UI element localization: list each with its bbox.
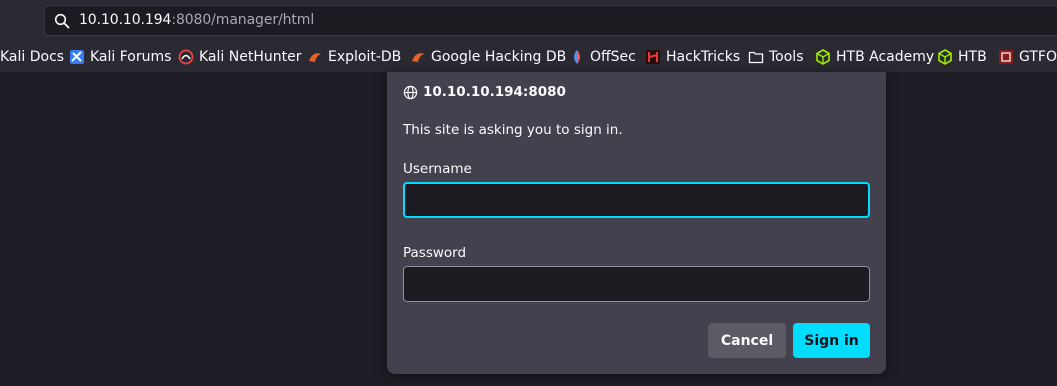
url-host: 10.10.10.194 xyxy=(79,12,172,28)
url-path: :8080/manager/html xyxy=(171,12,315,28)
auth-dialog: 10.10.10.194:8080 This site is asking yo… xyxy=(387,72,886,374)
bookmark-label: Google Hacking DB xyxy=(431,49,567,65)
url-text[interactable]: 10.10.10.194:8080/manager/html xyxy=(79,12,314,28)
folder-icon xyxy=(748,51,764,64)
bookmark-kali-docs[interactable]: Kali Docs xyxy=(0,48,64,66)
dialog-origin: 10.10.10.194:8080 xyxy=(403,84,566,100)
username-field[interactable] xyxy=(403,182,870,218)
bookmark-gtfobins[interactable]: GTFO xyxy=(998,48,1057,66)
bookmark-label: Exploit-DB xyxy=(328,49,402,65)
bookmark-offsec[interactable]: OffSec xyxy=(569,48,636,66)
bookmark-label: Kali NetHunter xyxy=(199,49,302,65)
bookmark-label: OffSec xyxy=(590,49,636,65)
bookmark-label: HTB Academy xyxy=(836,49,935,65)
hacktricks-icon xyxy=(646,50,660,64)
bookmark-label: HackTricks xyxy=(666,49,741,65)
bookmark-label: Kali Forums xyxy=(90,49,172,65)
bookmark-label: GTFO xyxy=(1019,49,1057,65)
sign-in-button[interactable]: Sign in xyxy=(793,323,870,358)
kali-forums-icon xyxy=(70,50,84,64)
google-hacking-db-icon xyxy=(412,53,424,62)
gtfobins-icon xyxy=(999,50,1013,64)
bookmark-label: HTB xyxy=(958,49,987,65)
offsec-icon xyxy=(574,50,580,64)
dialog-origin-text: 10.10.10.194:8080 xyxy=(423,84,566,100)
password-field[interactable] xyxy=(403,266,870,302)
bookmark-folder-tools[interactable]: Tools xyxy=(748,48,804,66)
bookmark-label: Kali Docs xyxy=(0,49,65,65)
address-bar[interactable]: 10.10.10.194:8080/manager/html xyxy=(44,5,1057,36)
bookmark-kali-nethunter[interactable]: Kali NetHunter xyxy=(178,48,301,66)
bookmark-htb-academy[interactable]: HTB Academy xyxy=(815,48,934,66)
bookmark-google-hacking-db[interactable]: Google Hacking DB xyxy=(410,48,566,66)
htb-icon xyxy=(938,49,952,65)
search-icon xyxy=(54,13,70,29)
bookmarks-bar: Kali Docs Kali Forums Kali NetHunter Exp… xyxy=(0,42,1057,72)
bookmark-label: Tools xyxy=(769,49,804,65)
htb-academy-icon xyxy=(816,49,830,65)
bookmark-hacktricks[interactable]: HackTricks xyxy=(645,48,740,66)
dialog-message: This site is asking you to sign in. xyxy=(403,122,623,138)
bookmark-kali-forums[interactable]: Kali Forums xyxy=(69,48,171,66)
password-label: Password xyxy=(403,245,467,261)
username-label: Username xyxy=(403,161,472,177)
cancel-button[interactable]: Cancel xyxy=(708,323,786,358)
globe-icon xyxy=(403,85,418,99)
bookmark-htb[interactable]: HTB xyxy=(937,48,987,66)
browser-toolbar: 10.10.10.194:8080/manager/html xyxy=(0,0,1057,42)
exploit-db-icon xyxy=(309,53,321,62)
bookmark-exploit-db[interactable]: Exploit-DB xyxy=(307,48,401,66)
kali-nethunter-icon xyxy=(178,49,194,65)
